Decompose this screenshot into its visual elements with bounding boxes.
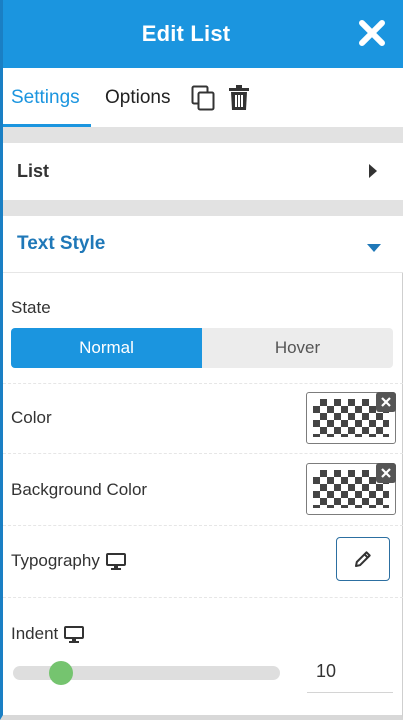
indent-label: Indent [11, 624, 59, 643]
edit-panel: Edit List Settings Options List Text Sty… [0, 0, 403, 720]
divider [3, 453, 403, 454]
typography-row: Typography [11, 551, 126, 571]
caret-down-icon [367, 239, 381, 257]
indent-slider-handle[interactable] [49, 661, 74, 685]
close-icon[interactable] [357, 18, 387, 48]
indent-slider[interactable] [13, 661, 280, 685]
tab-settings[interactable]: Settings [3, 68, 91, 127]
tab-options[interactable]: Options [97, 68, 178, 127]
background-color-label: Background Color [11, 480, 148, 499]
separator [3, 200, 403, 216]
desktop-icon[interactable] [64, 625, 85, 643]
divider [3, 597, 403, 598]
separator [3, 127, 403, 143]
background-color-picker[interactable] [306, 463, 396, 515]
caret-right-icon [369, 164, 377, 183]
tab-bar: Settings Options [3, 68, 403, 127]
indent-input[interactable] [307, 650, 393, 693]
duplicate-icon[interactable] [190, 85, 216, 111]
color-picker[interactable] [306, 392, 396, 444]
state-normal-button[interactable]: Normal [11, 328, 202, 368]
typography-edit-button[interactable] [336, 537, 390, 581]
pencil-icon [353, 549, 373, 569]
divider [3, 383, 403, 384]
section-list-title: List [17, 161, 50, 181]
divider [3, 525, 403, 526]
indent-row: Indent [11, 624, 85, 644]
color-label: Color [11, 408, 52, 427]
state-toggle: Normal Hover [11, 328, 393, 368]
section-list[interactable]: List [3, 143, 403, 200]
panel-title: Edit List [141, 21, 231, 46]
panel-header: Edit List [3, 0, 403, 68]
state-hover-button[interactable]: Hover [202, 328, 393, 368]
clear-color-icon[interactable] [376, 463, 396, 483]
typography-label: Typography [11, 551, 100, 570]
state-label: State [11, 298, 51, 317]
clear-color-icon[interactable] [376, 392, 396, 412]
desktop-icon[interactable] [105, 552, 126, 570]
divider [3, 272, 403, 273]
section-text-style[interactable]: Text Style [3, 216, 403, 272]
section-text-style-title: Text Style [17, 233, 106, 254]
trash-icon[interactable] [226, 84, 252, 111]
